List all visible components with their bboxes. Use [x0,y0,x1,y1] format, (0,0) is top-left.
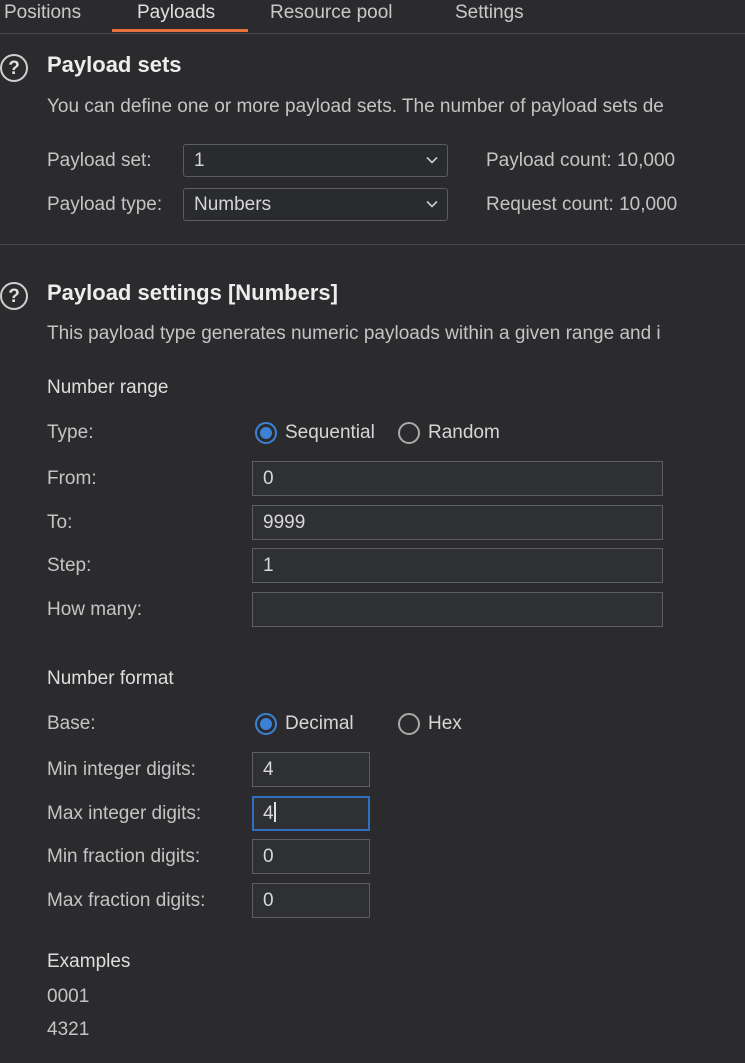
payload-type-value: Numbers [194,194,272,215]
chevron-down-icon [426,200,438,208]
tab-positions[interactable]: Positions [0,0,85,30]
hex-radio[interactable] [398,713,420,735]
from-label: From: [47,468,97,489]
example-item: 4321 [47,1019,90,1040]
random-radio[interactable] [398,422,420,444]
to-label: To: [47,512,73,533]
payload-settings-description: This payload type generates numeric payl… [47,323,661,344]
max-fraction-digits-label: Max fraction digits: [47,890,206,911]
hex-label[interactable]: Hex [428,713,462,735]
help-icon[interactable]: ? [0,282,28,310]
tab-resource-pool[interactable]: Resource pool [266,0,397,30]
number-range-heading: Number range [47,377,169,398]
min-fraction-digits-label: Min fraction digits: [47,846,201,867]
how-many-input[interactable] [252,592,663,627]
to-input[interactable]: 9999 [252,505,663,540]
tab-payloads[interactable]: Payloads [133,0,219,30]
type-label: Type: [47,422,94,443]
tab-bar: Positions Payloads Resource pool Setting… [0,0,745,34]
payload-sets-title: Payload sets [47,52,182,77]
section-divider [0,244,745,245]
sequential-radio[interactable] [255,422,277,444]
step-input[interactable]: 1 [252,548,663,583]
max-integer-digits-value: 4 [263,803,274,824]
random-label[interactable]: Random [428,422,500,444]
number-format-heading: Number format [47,668,174,689]
payload-set-select[interactable]: 1 [183,144,448,177]
min-integer-digits-label: Min integer digits: [47,759,196,780]
payload-type-select[interactable]: Numbers [183,188,448,221]
payload-set-value: 1 [194,150,205,171]
max-fraction-digits-input[interactable]: 0 [252,883,370,918]
sequential-label[interactable]: Sequential [285,422,375,444]
active-tab-indicator [112,29,248,32]
max-integer-digits-input[interactable]: 4 [252,796,370,831]
examples-heading: Examples [47,951,131,972]
min-integer-digits-input[interactable]: 4 [252,752,370,787]
payload-count: Payload count: 10,000 [486,150,676,171]
text-caret [273,802,276,822]
payload-sets-description: You can define one or more payload sets.… [47,96,664,117]
payload-type-label: Payload type: [47,194,163,215]
payload-set-label: Payload set: [47,150,152,171]
decimal-radio[interactable] [255,713,277,735]
chevron-down-icon [426,156,438,164]
how-many-label: How many: [47,599,143,620]
tab-settings[interactable]: Settings [451,0,528,30]
base-label: Base: [47,713,96,734]
example-item: 0001 [47,986,90,1007]
step-label: Step: [47,555,92,576]
help-icon[interactable]: ? [0,54,28,82]
from-input[interactable]: 0 [252,461,663,496]
min-fraction-digits-input[interactable]: 0 [252,839,370,874]
decimal-label[interactable]: Decimal [285,713,354,735]
max-integer-digits-label: Max integer digits: [47,803,202,824]
payload-settings-title: Payload settings [Numbers] [47,280,338,305]
request-count: Request count: 10,000 [486,194,678,215]
